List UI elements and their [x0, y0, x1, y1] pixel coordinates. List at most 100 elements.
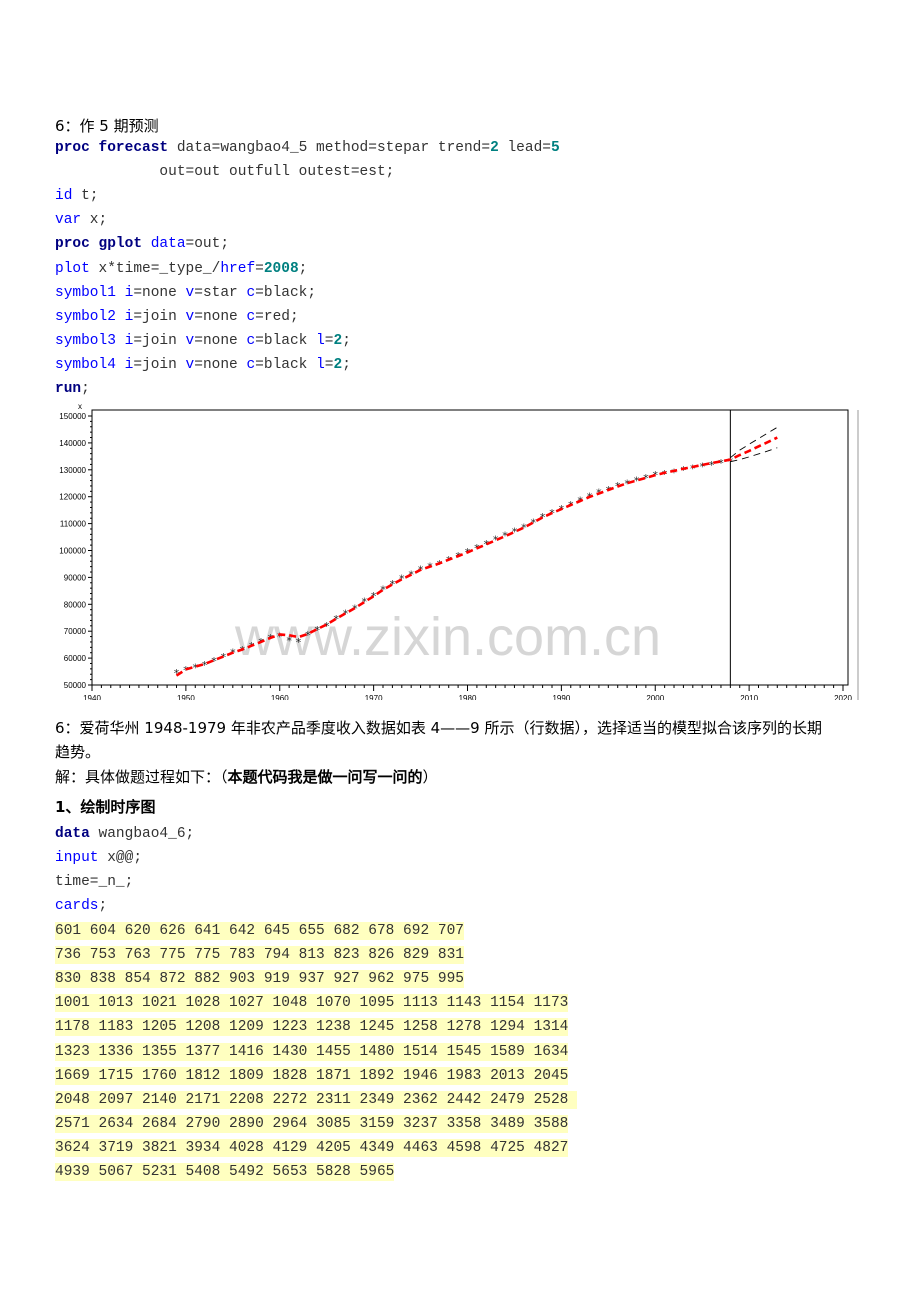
problem-statement-line2: 趋势。 [55, 743, 101, 761]
code-token: c [246, 332, 256, 349]
x-tick-label: 1990 [552, 694, 570, 700]
code1-line: symbol3 i=join v=none c=black l=2; [55, 332, 351, 350]
code-token: =black; [255, 284, 317, 301]
code-token: 5 [551, 140, 560, 156]
code-token: symbol2 [55, 308, 116, 325]
code-token: symbol3 [55, 332, 116, 349]
y-tick-label: 150000 [59, 412, 86, 421]
code-token: =none [194, 308, 247, 325]
code-token: v [185, 284, 195, 301]
upper-confidence-line [730, 426, 778, 459]
code2-line: data wangbao4_6; [55, 825, 194, 843]
code-token: =join [133, 308, 186, 325]
code-token: v [185, 308, 195, 325]
y-tick-label: 100000 [59, 547, 86, 556]
forecast-chart: www.zixin.com.cn500006000070000800009000… [59, 402, 859, 700]
actual-data-point: * [296, 636, 302, 649]
code1-line: id t; [55, 187, 99, 205]
code1-line: proc gplot data=out; [55, 235, 229, 253]
y-axis-label: x [78, 402, 82, 411]
cards-row: 2571 2634 2684 2790 2890 2964 3085 3159 … [55, 1114, 569, 1133]
code-token: =black [255, 356, 317, 373]
code-token: = [324, 356, 334, 373]
code-token: ; [298, 260, 308, 277]
solution-suffix: ） [422, 768, 438, 786]
x-tick-label: 1940 [83, 694, 101, 700]
code-token: x*time=_type_/ [89, 260, 221, 277]
code-token: = [255, 260, 264, 277]
actual-data-point: * [699, 461, 705, 474]
y-tick-label: 90000 [64, 573, 87, 582]
x-tick-label: 2000 [646, 694, 664, 700]
x-tick-label: 1960 [271, 694, 289, 700]
problem-statement-line1: 6：爱荷华州 1948-1979 年非农产品季度收入数据如表 4——9 所示（行… [55, 719, 822, 737]
cards-row: 736 753 763 775 775 783 794 813 823 826 … [55, 946, 464, 965]
code-token: id [55, 188, 73, 205]
code-token: wangbao4_6; [89, 826, 195, 842]
code-token: data [55, 826, 90, 842]
y-tick-label: 80000 [64, 600, 87, 609]
code-token: l [316, 332, 325, 349]
code-token: =join [133, 356, 186, 373]
code1-line: out=out outfull outest=est; [55, 163, 394, 181]
code1-line: var x; [55, 211, 107, 229]
code-token: x; [81, 212, 108, 229]
code-token: 2 [333, 356, 343, 373]
code-token: =star [194, 284, 247, 301]
cards-row: 1001 1013 1021 1028 1027 1048 1070 1095 … [55, 994, 569, 1013]
code-token: data=wangbao4_5 method=stepar trend= [168, 140, 491, 156]
code-token: =join [133, 332, 186, 349]
actual-data-point: * [718, 457, 724, 470]
code-token: v [185, 332, 195, 349]
code-token: l [316, 356, 325, 373]
code-token: =out; [185, 236, 230, 253]
cards-row: 601 604 620 626 641 642 645 655 682 678 … [55, 922, 464, 940]
y-tick-label: 70000 [64, 627, 87, 636]
code-token: symbol4 [55, 356, 116, 373]
section-heading-forecast: 6：作 5 期预测 [55, 117, 159, 135]
cards-row: 830 838 854 872 882 903 919 937 927 962 … [55, 970, 464, 989]
code-token: =black [255, 332, 317, 349]
code-token: var [55, 212, 82, 229]
code-token: c [246, 284, 256, 301]
code-token: out=out outfull outest=est; [55, 164, 395, 181]
code1-line: symbol2 i=join v=none c=red; [55, 308, 299, 326]
solution-note: 本题代码我是做一问写一问的 [227, 768, 423, 786]
code1-line: proc forecast data=wangbao4_5 method=ste… [55, 139, 560, 157]
code-token: c [246, 308, 256, 325]
solution-intro: 解：具体做题过程如下：（本题代码我是做一问写一问的） [55, 766, 438, 787]
cards-row: 1669 1715 1760 1812 1809 1828 1871 1892 … [55, 1066, 569, 1085]
actual-data-point: * [277, 631, 283, 644]
code2-line: cards; [55, 897, 107, 915]
code-token: ; [98, 898, 108, 915]
step1-heading: 1、绘制时序图 [55, 798, 156, 816]
x-tick-label: 1980 [459, 694, 477, 700]
code2-line: time=_n_; [55, 873, 133, 891]
code-token: t; [72, 188, 99, 205]
code-token: =none [133, 284, 186, 301]
code-token: href [220, 260, 256, 277]
code-token: 2 [333, 332, 343, 349]
y-tick-label: 120000 [59, 493, 86, 502]
code-token: data [150, 236, 186, 253]
code-token: =none [194, 332, 247, 349]
x-tick-label: 2020 [834, 694, 852, 700]
code-token: ; [342, 356, 351, 373]
code-token: c [246, 356, 256, 373]
code1-line: symbol4 i=join v=none c=black l=2; [55, 356, 351, 374]
code-token: ; [81, 381, 90, 397]
code-token: 2 [490, 140, 499, 156]
code-token: proc gplot [55, 236, 143, 253]
code-token: run [55, 381, 82, 397]
code-token: x@@; [98, 850, 143, 867]
code-token: 2008 [263, 260, 299, 277]
x-tick-label: 2010 [740, 694, 758, 700]
code-token: ; [342, 332, 351, 349]
x-tick-label: 1970 [365, 694, 383, 700]
y-tick-label: 50000 [64, 681, 87, 690]
y-tick-label: 130000 [59, 466, 86, 475]
